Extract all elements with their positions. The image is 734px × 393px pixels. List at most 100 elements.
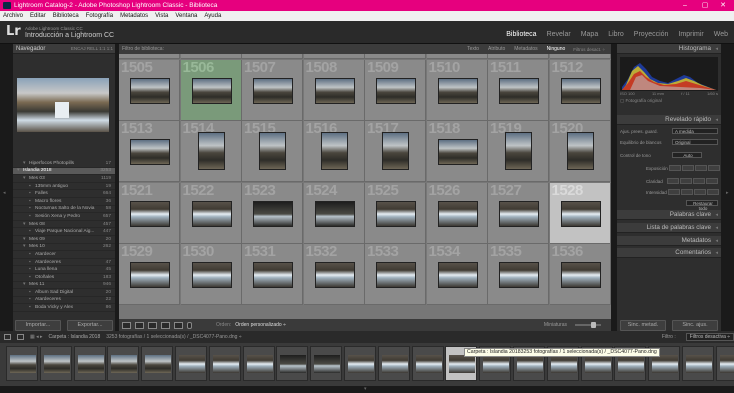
left-panel-collapse-icon[interactable]: ◂ (3, 190, 6, 196)
grid-cell[interactable]: 1534 (426, 244, 488, 305)
folder-item[interactable]: ▾ Mes 11 946 (13, 282, 115, 290)
photo-thumbnail[interactable] (437, 77, 478, 104)
grid-cell[interactable]: 1524 (303, 182, 365, 244)
quick-develop-header[interactable]: Revelado rápido (617, 115, 721, 125)
menu-archivo[interactable]: Archivo (3, 13, 23, 19)
menu-editar[interactable]: Editar (30, 13, 46, 19)
photo-thumbnail[interactable] (437, 262, 478, 288)
filmstrip-thumbnail[interactable] (310, 346, 343, 381)
photo-thumbnail[interactable] (499, 262, 539, 288)
grid-cell[interactable]: 1514 (180, 121, 242, 182)
filmstrip-thumbnail[interactable] (682, 346, 714, 381)
folder-item[interactable]: ▪ Atardeceres 47 (13, 259, 115, 267)
module-proyeccion[interactable]: Proyección (634, 31, 669, 38)
grid-cell[interactable]: 1526 (426, 182, 488, 244)
folder-item[interactable]: ▾ Mes 03 1119 (13, 175, 115, 183)
grid-cell[interactable]: 1508 (303, 59, 365, 121)
folder-item[interactable]: ▪ Luna llena 45 (13, 266, 115, 274)
filmstrip-thumbnail[interactable] (411, 346, 444, 381)
grid-cell[interactable]: 1513 (119, 121, 180, 182)
folder-item[interactable]: ▪ Falles 664 (13, 190, 115, 198)
grid-cell[interactable]: 1507 (242, 59, 303, 121)
menu-metadatos[interactable]: Metadatos (120, 13, 148, 19)
menu-fotografia[interactable]: Fotografía (86, 13, 113, 19)
photo-thumbnail[interactable] (560, 200, 601, 227)
clarity-down-button[interactable] (667, 178, 679, 184)
compare-view-icon[interactable] (148, 321, 157, 329)
close-icon[interactable]: ✕ (714, 0, 732, 11)
photo-thumbnail[interactable] (191, 200, 232, 227)
clarity-up-small-button[interactable] (693, 178, 705, 184)
folder-item[interactable]: ▾ Mes 10 262 (13, 244, 115, 252)
module-libro[interactable]: Libro (608, 31, 624, 38)
grid-cell[interactable]: 1535 (488, 244, 549, 305)
photo-thumbnail[interactable] (130, 262, 170, 288)
grid-cell[interactable]: 1519 (488, 121, 549, 182)
filmstrip-collapse-icon[interactable]: ▾ (364, 386, 367, 392)
folder-item[interactable]: ▪ Viaje Parque Nacional Aig... 447 (13, 228, 115, 236)
grid-cell[interactable]: 1530 (180, 244, 242, 305)
navigator-zoom-options[interactable]: ENCAJ RELL 1:1 1:1 (71, 46, 115, 51)
folder-item[interactable]: ▾ Hiperfocos Photopills 17 (13, 160, 115, 168)
folder-item[interactable]: ▾ Mes 09 20 (13, 236, 115, 244)
grid-cell[interactable]: 1521 (119, 182, 180, 244)
folder-item[interactable]: ▪ Boda Vicky y Alex 86 (13, 304, 115, 312)
filter-tab-texto[interactable]: Texto (467, 46, 479, 52)
grid-cell[interactable]: 1518 (426, 121, 488, 182)
module-web[interactable]: Web (714, 31, 728, 38)
grid-cell[interactable]: 1506 (180, 59, 242, 121)
photo-thumbnail[interactable] (314, 200, 355, 227)
original-photo-toggle[interactable]: ▢ Fotografía original (620, 98, 662, 104)
sync-metadata-button[interactable]: Sinc. metad. (620, 320, 666, 331)
filter-tab-ninguno[interactable]: Ninguno (547, 46, 566, 52)
photo-thumbnail[interactable] (376, 262, 416, 288)
spray-can-icon[interactable] (187, 321, 192, 329)
folder-item[interactable]: ▪ 135mm antiguo 19 (13, 183, 115, 191)
grid-cell[interactable]: 1522 (180, 182, 242, 244)
filmstrip-thumbnail[interactable] (276, 346, 309, 381)
folder-item[interactable]: ▪ Otoñales 183 (13, 274, 115, 282)
vibrance-down-small-button[interactable] (680, 189, 693, 195)
photo-thumbnail[interactable] (130, 200, 170, 227)
module-imprimir[interactable]: Imprimir (678, 31, 703, 38)
photo-thumbnail[interactable] (376, 77, 416, 104)
photo-thumbnail[interactable] (197, 132, 225, 170)
photo-thumbnail[interactable] (259, 132, 286, 170)
right-panel-collapse-icon[interactable]: ▸ (726, 190, 729, 196)
grid-nav-icon[interactable]: ▦ ◂ ▸ (30, 334, 43, 340)
photo-thumbnail[interactable] (560, 77, 601, 104)
loupe-view-icon[interactable] (135, 321, 144, 329)
clarity-up-button[interactable] (706, 178, 718, 184)
white-balance-dropdown[interactable]: Original (672, 139, 718, 145)
photo-thumbnail[interactable] (437, 200, 478, 227)
grid-cell[interactable]: 1515 (242, 121, 303, 182)
import-button[interactable]: Importar... (15, 320, 61, 331)
sync-settings-button[interactable]: Sinc. ajus. (672, 320, 718, 331)
filmstrip-thumbnail[interactable] (715, 346, 734, 381)
keyword-list-header[interactable]: Lista de palabras clave (617, 223, 721, 233)
photo-thumbnail[interactable] (320, 132, 348, 170)
thumbnail-size-slider[interactable] (575, 322, 601, 328)
comments-header[interactable]: Comentarios (617, 248, 721, 258)
grid-cell[interactable]: 1512 (549, 59, 611, 121)
photo-thumbnail[interactable] (566, 132, 594, 170)
photo-thumbnail[interactable] (253, 200, 293, 227)
filter-tab-metadatos[interactable]: Metadatos (514, 46, 537, 52)
filmstrip-thumbnail[interactable] (107, 346, 140, 381)
filmstrip-thumbnail[interactable] (208, 346, 241, 381)
folder-item[interactable]: ▾ Mes 08 457 (13, 221, 115, 229)
photo-thumbnail[interactable] (376, 200, 416, 227)
filmstrip-thumbnail[interactable] (39, 346, 72, 381)
people-view-icon[interactable] (174, 321, 183, 329)
folder-item[interactable]: ▪ Album Sad Digital 20 (13, 289, 115, 297)
source-path[interactable]: Carpeta : Islandia 2018 (49, 334, 101, 340)
grid-cell[interactable]: 1517 (365, 121, 426, 182)
filmstrip-thumbnail[interactable] (6, 346, 38, 381)
filmstrip-info[interactable]: 3253 fotografías / 1 seleccionada(s) / _… (106, 334, 241, 340)
vibrance-down-button[interactable] (667, 189, 680, 195)
grid-cell[interactable]: 1523 (242, 182, 303, 244)
exposure-up-button[interactable] (707, 165, 720, 171)
grid-cell[interactable]: 1525 (365, 182, 426, 244)
filmstrip-thumbnail[interactable] (377, 346, 410, 381)
photo-thumbnail[interactable] (382, 132, 409, 170)
